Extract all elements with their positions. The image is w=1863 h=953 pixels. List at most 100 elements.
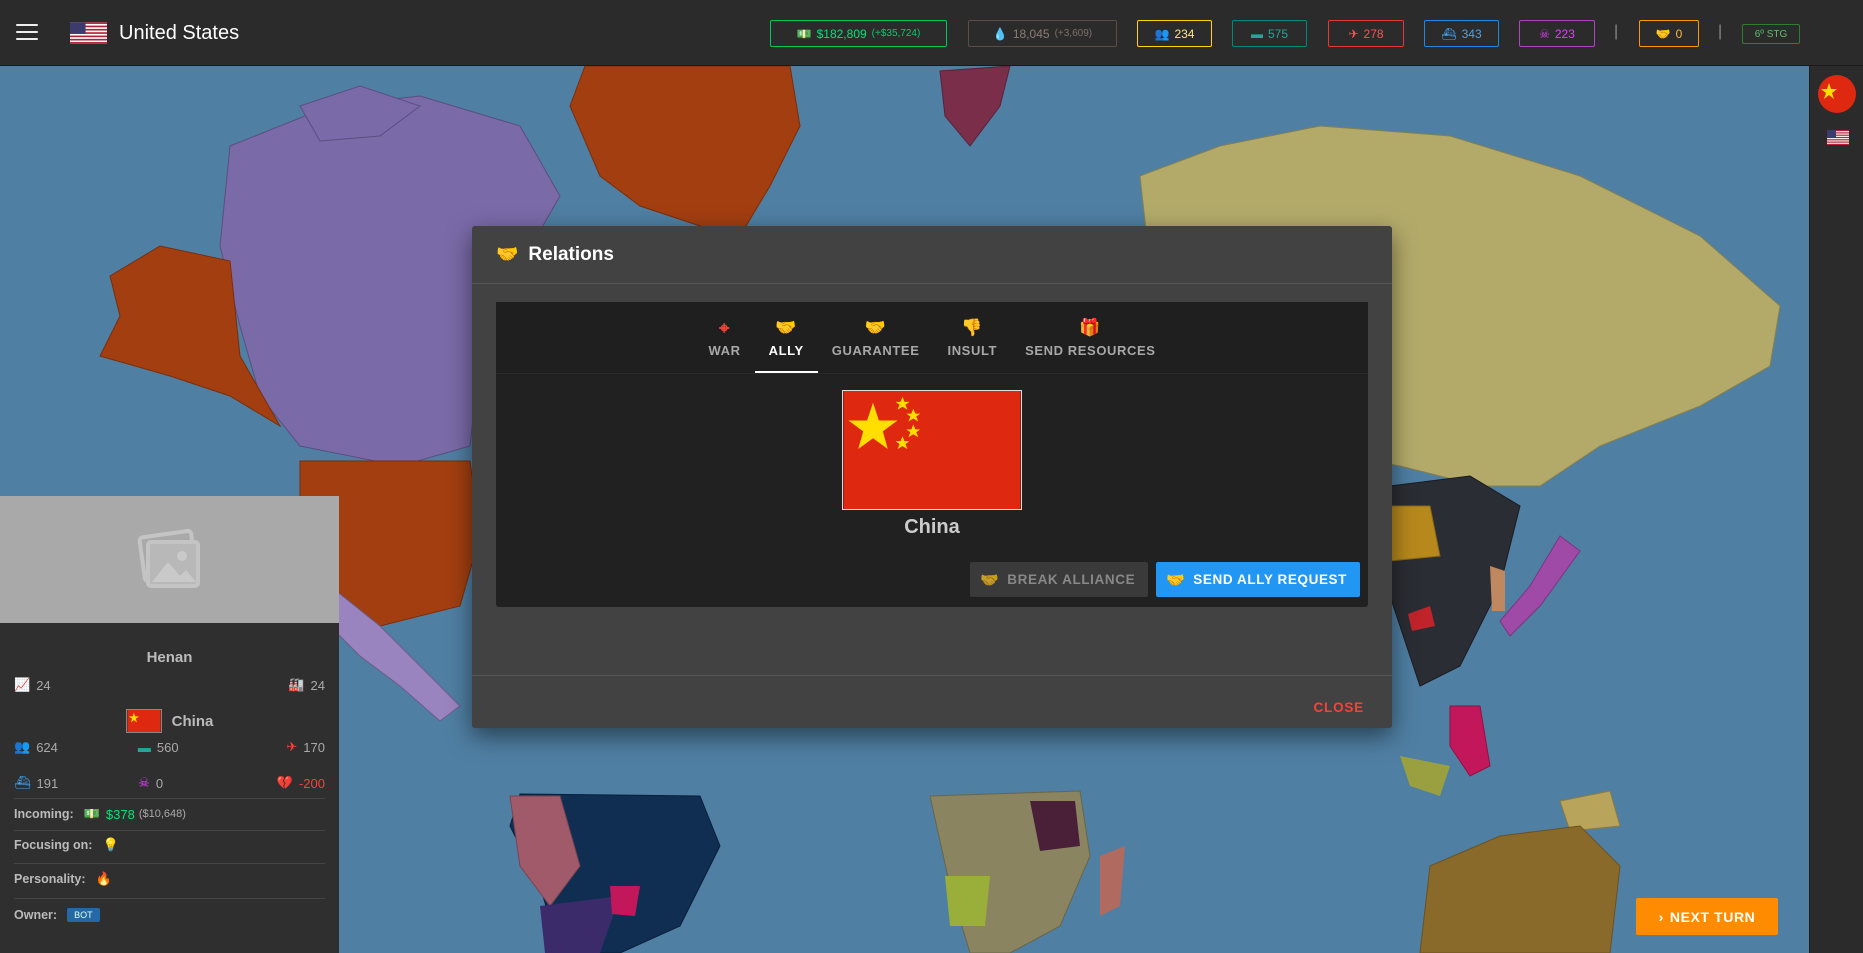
personality-row: Personality: 🔥 [14,871,325,887]
crosshair-icon: ⌖ [719,317,730,338]
manpower-value: 624 [36,739,58,755]
handshake-icon: 🤝 [1655,26,1671,41]
province-info-panel: Henan 📈 24 🏭 24 China 👥 624 ▬ 560 ✈ 170 … [0,623,339,953]
money-delta: (+$35,724) [871,28,921,39]
hamburger-menu-icon[interactable] [16,24,38,42]
ships-stat[interactable]: ⛴ 343 [1424,20,1499,47]
tab-label: WAR [708,343,741,358]
growth-value: 24 [36,677,51,693]
plane-icon: ✈ [286,739,298,754]
oil-value: 18,045 [1012,26,1050,41]
money-value: $182,809 [816,26,867,41]
tab-insult[interactable]: 👎 INSULT [933,302,1011,373]
military-row-1: 👥 624 ▬ 560 ✈ 170 [14,739,325,755]
handshake-icon: 🤝 [775,318,798,337]
ship-icon: ⛴ [1441,26,1457,41]
growth-row: 📈 24 🏭 24 [14,677,325,693]
people-icon: 👥 [14,739,31,754]
divider [14,798,325,799]
handshake-icon: 🤝 [980,571,1000,589]
tanks-value: 560 [156,739,179,755]
top-bar: United States 💵 $182,809 (+$35,724) 💧 18… [0,0,1863,66]
focusing-label: Focusing on: [14,838,93,852]
military-row-2: ⛴ 191 ☠ 0 💔 -200 [14,775,325,791]
owner-row: Owner: BOT [14,908,325,922]
ships-value: 191 [36,775,59,791]
stg-stat[interactable]: 6º STG [1742,24,1800,44]
bot-badge: BOT [67,908,100,922]
divider [14,898,325,899]
tab-ally[interactable]: 🤝 ALLY [754,302,818,373]
divider [14,830,325,831]
button-label: SEND ALLY REQUEST [1193,572,1348,587]
aircraft-stat[interactable]: ✈ 278 [1328,20,1404,47]
alliances-stat[interactable]: 🤝 0 [1639,20,1699,47]
incoming-sub: ($10,648) [138,808,186,820]
oil-stat[interactable]: 💧 18,045 (+3,609) [968,20,1117,47]
chevron-right-icon: › [1658,908,1664,925]
tab-send-resources[interactable]: 🎁 SEND RESOURCES [1011,302,1169,373]
handshake-icon: 🤝 [1166,571,1186,589]
modal-footer: CLOSE [472,675,1392,728]
relation-value: -200 [298,775,325,791]
china-flag-icon [842,390,1022,510]
nukes-stat[interactable]: ☠ 223 [1519,20,1595,47]
close-button[interactable]: CLOSE [1313,700,1364,715]
tab-war[interactable]: ⌖ WAR [694,302,754,373]
us-flag-icon[interactable] [1827,130,1849,145]
oil-delta: (+3,609) [1054,28,1093,39]
relations-tabs: ⌖ WAR 🤝 ALLY 🤝 GUARANTEE 👎 INSULT 🎁 SEND… [496,302,1368,374]
divider [14,863,325,864]
separator: | [1718,23,1723,40]
thumbs-down-icon: 👎 [961,318,984,337]
aircraft-value: 278 [1363,26,1384,41]
player-country-name: United States [119,22,240,44]
break-alliance-button[interactable]: 🤝 BREAK ALLIANCE [970,562,1148,597]
factory-icon: 🏭 [288,677,305,692]
china-flag-icon[interactable] [1818,75,1856,113]
fire-icon: 🔥 [95,871,112,886]
handshake-icon: 🤝 [864,318,887,337]
target-country-name: China [904,516,960,538]
province-name: Henan [146,649,193,666]
owner-label: Owner: [14,908,58,922]
us-flag-icon [70,22,107,44]
industry-value: 24 [310,677,325,693]
incoming-label: Incoming: [14,807,74,821]
game-screen: United States 💵 $182,809 (+$35,724) 💧 18… [0,0,1863,953]
stg-value: 6º STG [1754,28,1788,40]
send-ally-request-button[interactable]: 🤝 SEND ALLY REQUEST [1156,562,1360,597]
tank-icon: ▬ [137,739,151,755]
focusing-row: Focusing on: 💡 [14,837,325,853]
nukes-value: 223 [1554,26,1575,41]
plane-icon: ✈ [1348,26,1359,41]
tab-label: SEND RESOURCES [1025,343,1156,358]
owner-country-row: China [14,709,325,733]
tab-label: ALLY [768,343,804,358]
nukes-value: 0 [155,775,164,791]
relations-panel: ⌖ WAR 🤝 ALLY 🤝 GUARANTEE 👎 INSULT 🎁 SEND… [496,302,1368,607]
broken-heart-icon: 💔 [276,775,293,790]
gift-icon: 🎁 [1079,318,1102,337]
growth-chart-icon: 📈 [14,677,31,692]
manpower-value: 234 [1174,26,1195,41]
tanks-stat[interactable]: ▬ 575 [1232,20,1307,47]
ship-icon: ⛴ [14,775,31,790]
button-label: BREAK ALLIANCE [1007,572,1136,587]
manpower-stat[interactable]: 👥 234 [1137,20,1212,47]
tab-guarantee[interactable]: 🤝 GUARANTEE [818,302,934,373]
next-turn-button[interactable]: › NEXT TURN [1636,898,1778,935]
tanks-value: 575 [1267,26,1289,41]
incoming-row: Incoming: 💵 $378 ($10,648) [14,806,325,822]
money-stat[interactable]: 💵 $182,809 (+$35,724) [770,20,947,47]
modal-title: Relations [528,243,614,265]
cash-icon: 💵 [796,26,812,41]
button-label: NEXT TURN [1669,908,1756,925]
separator: | [1614,23,1619,40]
alliances-value: 0 [1675,26,1683,41]
lightbulb-icon: 💡 [102,837,119,852]
country-rail [1809,66,1863,953]
aircraft-value: 170 [303,739,325,755]
relations-modal: 🤝 Relations ⌖ WAR 🤝 ALLY 🤝 GUARANTEE 👎 I… [472,226,1392,728]
tank-icon: ▬ [1250,26,1263,41]
